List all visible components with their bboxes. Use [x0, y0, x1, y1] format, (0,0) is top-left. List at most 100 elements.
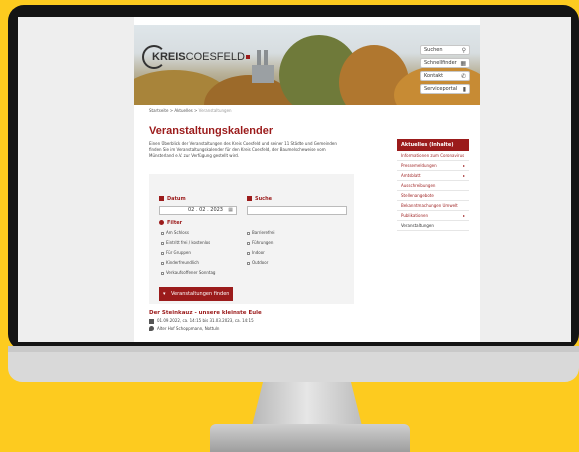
sidebar-item-label: Informationen zum Coronavirus — [401, 153, 465, 158]
checkbox-icon[interactable] — [161, 231, 164, 235]
checkbox-icon[interactable] — [247, 231, 250, 235]
event-location-text: Alter Hof Schoppmann, Nottuln — [157, 325, 220, 331]
quickfinder-button[interactable]: Schnellfinder ▦ — [420, 58, 470, 68]
sidebar-item-stellenangebote[interactable]: Stellenangebote — [397, 191, 469, 201]
date-input-value: 02 . 02 . 2023 — [188, 207, 223, 213]
sidebar-item-pressemeldungen[interactable]: Pressemeldungen ▸ — [397, 161, 469, 171]
event-location: Alter Hof Schoppmann, Nottuln — [149, 325, 369, 331]
filter-label-text: Barrierefrei — [252, 230, 275, 235]
filter-icon: ▾ — [163, 291, 166, 297]
checkbox-icon[interactable] — [161, 271, 164, 275]
checkbox-icon[interactable] — [161, 261, 164, 265]
contact-button[interactable]: Kontakt ✆ — [420, 71, 470, 81]
checkbox-icon[interactable] — [247, 261, 250, 265]
sidebar-item-label: Bekanntmachungen Umwelt — [401, 203, 458, 208]
logo-wordmark: KREISCOESFELD — [152, 51, 250, 63]
breadcrumb-home[interactable]: Startseite — [149, 108, 168, 113]
event-title[interactable]: Der Steinkauz - unsere kleinste Eule — [149, 310, 369, 316]
filter-checkbox[interactable]: Outdoor — [247, 260, 268, 265]
sidebar-item-coronavirus[interactable]: Informationen zum Coronavirus — [397, 151, 469, 161]
serviceportal-button-label: Serviceportal — [424, 86, 458, 92]
checkbox-icon[interactable] — [247, 241, 250, 245]
date-input[interactable]: 02 . 02 . 2023 ▦ — [159, 206, 237, 215]
monitor-stand-foot — [210, 424, 410, 452]
sidebar-item-label: Stellenangebote — [401, 193, 434, 198]
sidebar-item-ausschreibungen[interactable]: Ausschreibungen — [397, 181, 469, 191]
search-button[interactable]: Suchen ⚲ — [420, 45, 470, 55]
checkbox-icon[interactable] — [247, 251, 250, 255]
filter-label-text: Verkaufsoffener Sonntag — [166, 270, 216, 275]
breadcrumb: Startseite > Aktuelles > Veranstaltungen — [149, 108, 232, 113]
location-pin-icon — [149, 326, 154, 331]
logo-text-bold: KREIS — [152, 51, 186, 63]
binoculars-icon — [247, 196, 252, 201]
calendar-picker-icon[interactable]: ▦ — [228, 207, 233, 214]
logo-text-regular: COESFELD — [185, 51, 245, 63]
find-events-button[interactable]: ▾ Veranstaltungen finden — [159, 287, 233, 301]
checkbox-icon[interactable] — [161, 251, 164, 255]
sidebar-item-publikationen[interactable]: Publikationen ▸ — [397, 211, 469, 221]
search-button-label: Suchen — [424, 47, 443, 53]
sidebar-item-label: Pressemeldungen — [401, 163, 437, 168]
logo-dot — [245, 55, 250, 60]
sidebar-item-label: Publikationen — [401, 213, 428, 218]
page-title: Veranstaltungskalender — [149, 125, 274, 137]
chevron-right-icon: ▸ — [462, 173, 465, 178]
filter-label-text: Eintritt frei / kostenlos — [166, 240, 211, 245]
filter-label-text: Filter — [167, 220, 183, 226]
filter-checkbox[interactable]: Für Gruppen — [161, 250, 191, 255]
sidebar-item-amtsblatt[interactable]: Amtsblatt ▸ — [397, 171, 469, 181]
filter-checkbox[interactable]: Kinderfreundlich — [161, 260, 199, 265]
sidebar-item-bekanntmachungen[interactable]: Bekanntmachungen Umwelt — [397, 201, 469, 211]
sidebar-item-veranstaltungen[interactable]: Veranstaltungen — [397, 221, 469, 231]
sidebar-item-label: Amtsblatt — [401, 173, 421, 178]
breadcrumb-current: Veranstaltungen — [198, 108, 232, 113]
find-events-button-label: Veranstaltungen finden — [171, 291, 230, 297]
quickfinder-button-label: Schnellfinder — [424, 60, 457, 66]
filter-checkbox[interactable]: Am Schloss — [161, 230, 189, 235]
monitor-chin-edge — [8, 346, 579, 352]
portal-icon: ▮ — [462, 86, 466, 93]
filter-checkbox[interactable]: Eintritt frei / kostenlos — [161, 240, 210, 245]
sidebar-nav: Aktuelles (Inhalte) Informationen zum Co… — [397, 139, 469, 231]
filter-label-text: Am Schloss — [166, 230, 189, 235]
filter-checkbox[interactable]: Führungen — [247, 240, 273, 245]
filter-label-text: Kinderfreundlich — [166, 260, 199, 265]
chevron-right-icon: ▸ — [462, 213, 465, 218]
monitor-stand-neck — [252, 382, 362, 426]
web-page: KREISCOESFELD Suchen ⚲ Schnellfinder ▦ K… — [134, 17, 480, 342]
event-list-item[interactable]: Der Steinkauz - unsere kleinste Eule 01.… — [149, 310, 369, 331]
search-icon: ⚲ — [461, 47, 466, 54]
calendar-icon — [149, 318, 154, 324]
filter-checkbox[interactable]: Verkaufsoffener Sonntag — [161, 270, 215, 275]
filter-label-text: Führungen — [252, 240, 274, 245]
search-label-text: Suche — [255, 196, 273, 202]
sidebar-heading: Aktuelles (Inhalte) — [397, 139, 469, 151]
filter-checkbox[interactable]: Indoor — [247, 250, 265, 255]
date-label: Datum — [159, 196, 186, 202]
breadcrumb-section[interactable]: Aktuelles — [174, 108, 192, 113]
chevron-right-icon: ▸ — [462, 163, 465, 168]
calendar-icon — [159, 196, 164, 201]
grid-icon: ▦ — [460, 60, 466, 67]
filter-checkbox[interactable]: Barrierefrei — [247, 230, 275, 235]
event-date-text: 01.09.2022, ca. 14:15 bis 31.03.2023, ca… — [157, 318, 254, 323]
serviceportal-button[interactable]: Serviceportal ▮ — [420, 84, 470, 94]
filter-icon — [159, 220, 164, 225]
filter-label-text: Indoor — [252, 250, 265, 255]
event-search-form: Datum Suche 02 . 02 . 2023 ▦ Filter Am Sc… — [149, 174, 354, 304]
kreis-coesfeld-logo[interactable]: KREISCOESFELD — [142, 45, 250, 69]
sidebar-item-label: Ausschreibungen — [401, 183, 436, 188]
church-building — [252, 65, 274, 83]
search-label: Suche — [247, 196, 272, 202]
main-content: Veranstaltungskalender Einen Überblick d… — [149, 125, 374, 159]
checkbox-icon[interactable] — [161, 241, 164, 245]
search-input[interactable] — [247, 206, 347, 215]
phone-icon: ✆ — [460, 73, 466, 80]
filter-label-text: Für Gruppen — [166, 250, 191, 255]
filter-label: Filter — [159, 220, 182, 226]
contact-button-label: Kontakt — [424, 73, 444, 79]
sidebar-item-label: Veranstaltungen — [401, 223, 434, 228]
date-label-text: Datum — [167, 196, 186, 202]
header-banner: KREISCOESFELD Suchen ⚲ Schnellfinder ▦ K… — [134, 25, 480, 105]
